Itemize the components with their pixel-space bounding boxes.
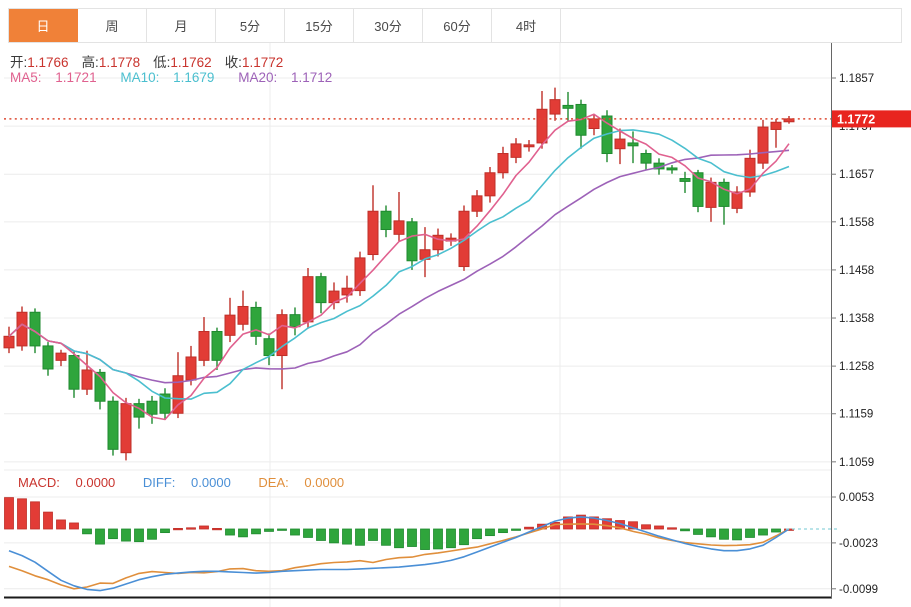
tab-day[interactable]: 日 (9, 9, 78, 42)
axis-tick-label: -0.0023 (839, 538, 878, 550)
axis-tick-label: 1.1358 (839, 313, 874, 325)
axis-tick-label: 1.1558 (839, 217, 874, 229)
tab-4hour[interactable]: 4时 (492, 9, 561, 42)
tab-30min[interactable]: 30分 (354, 9, 423, 42)
candle (108, 396, 118, 455)
last-price-badge-text: 1.1772 (837, 112, 875, 126)
last-price-badge: 1.1772 (832, 110, 911, 127)
candle (758, 120, 768, 169)
tab-month[interactable]: 月 (147, 9, 216, 42)
period-tabbar: 日 周 月 5分 15分 30分 60分 4时 (8, 8, 902, 43)
candle (693, 170, 703, 212)
axis-tick-label: 1.1458 (839, 265, 874, 277)
macd-axis-labels: 0.0053 -0.0023 -0.0099 (831, 492, 878, 596)
axis-tick-label: 1.1159 (839, 409, 873, 421)
price-axis-labels: 1.18571.17571.16571.15581.14581.13581.12… (831, 73, 874, 469)
axis-tick-label: 1.1059 (839, 457, 874, 469)
axis-tick-label: 1.1857 (839, 73, 874, 85)
tab-week[interactable]: 周 (78, 9, 147, 42)
axis-tick-label: 1.1258 (839, 361, 874, 373)
tab-5min[interactable]: 5分 (216, 9, 285, 42)
candle (355, 252, 365, 296)
kline-chart: 1.18571.17571.16571.15581.14581.13581.12… (0, 0, 911, 607)
candle (121, 398, 131, 461)
tabbar-filler (561, 9, 901, 42)
tab-15min[interactable]: 15分 (285, 9, 354, 42)
axis-tick-label: 1.1657 (839, 169, 874, 181)
axis-tick-label: -0.0099 (839, 584, 878, 596)
chart-plot-area[interactable] (4, 43, 831, 598)
tab-60min[interactable]: 60分 (423, 9, 492, 42)
axis-tick-label: 0.0053 (839, 492, 874, 504)
